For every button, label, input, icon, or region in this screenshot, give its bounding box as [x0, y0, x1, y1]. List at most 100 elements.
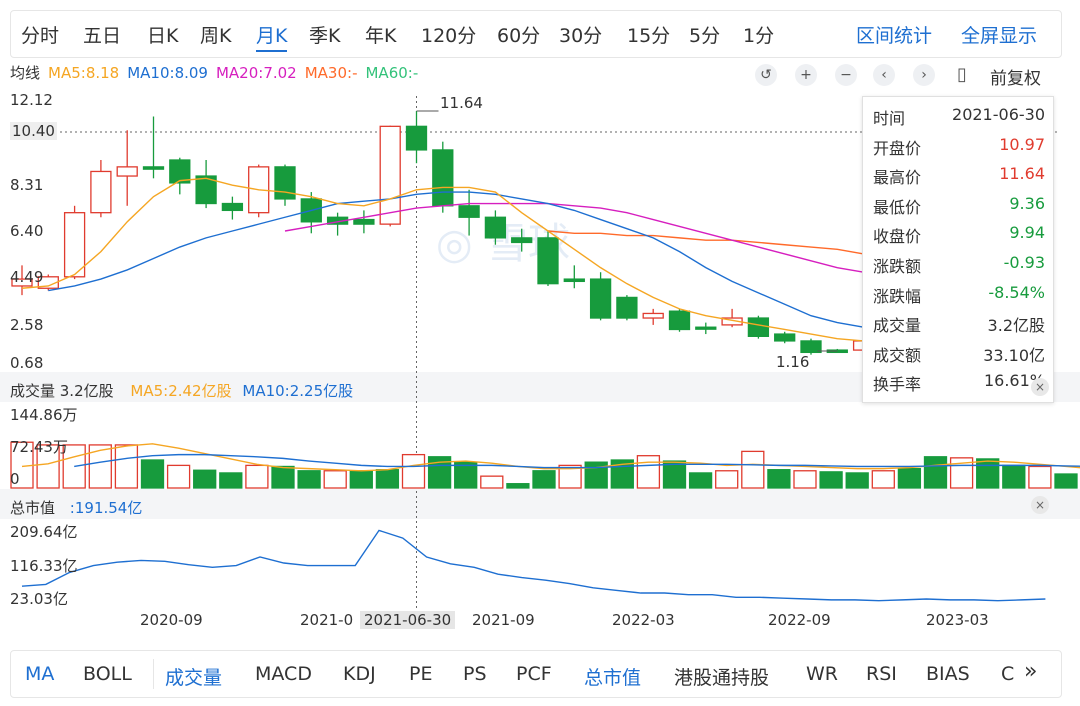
price-tick-label: 0.68	[10, 354, 44, 372]
volume-bar	[793, 470, 817, 489]
volume-bar	[871, 470, 895, 489]
indicator-tab-1[interactable]: BOLL	[83, 663, 132, 685]
low-value-label: 1.16	[776, 353, 810, 371]
date-tick-label: 2021-09	[472, 611, 535, 629]
volume-title: 成交量 3.2亿股	[10, 382, 114, 400]
info-value: 10.97	[999, 134, 1045, 154]
candle-body	[774, 333, 796, 342]
candle-body	[63, 212, 86, 278]
info-row: 成交量 3.2亿股	[873, 312, 1049, 341]
volume-bar	[741, 450, 765, 489]
price-tick-label: 4.49	[10, 268, 44, 286]
volume-bar	[193, 469, 217, 489]
price-tick-label: 12.12	[10, 91, 53, 109]
candle-body	[563, 278, 585, 283]
candle-body	[668, 310, 691, 331]
candle-body	[511, 237, 533, 244]
volume-bar	[1002, 464, 1026, 489]
ma20-line	[284, 202, 864, 273]
indicator-tab-6[interactable]: PS	[463, 663, 487, 685]
candle-body	[747, 317, 770, 337]
volume-bar	[88, 444, 112, 489]
volume-bar	[375, 469, 400, 489]
date-tick-label: 2020-09	[140, 611, 203, 629]
indicator-tab-10[interactable]: WR	[806, 663, 838, 685]
volume-bar	[1054, 473, 1078, 489]
market-cap-title: 总市值	[10, 499, 56, 517]
info-value: -0.93	[1003, 253, 1045, 272]
volume-tick-label: 144.86万	[10, 406, 78, 424]
close-icon[interactable]: ×	[1031, 496, 1049, 514]
volume-ma10-label: MA10:2.25亿股	[242, 382, 354, 400]
date-tick-label: 2021-0	[300, 611, 354, 629]
indicator-tab-0[interactable]: MA	[25, 663, 54, 685]
indicator-tab-5[interactable]: PE	[409, 663, 432, 685]
candle-body	[90, 170, 112, 214]
indicator-tab-12[interactable]: BIAS	[926, 663, 970, 685]
info-row: 换手率 16.61%	[873, 371, 1049, 400]
market-cap-header-band	[0, 489, 1080, 519]
ohlc-info-box: 时间 2021-06-30 开盘价 10.97 最高价 11.64 最低价 9.36 收盘价 9.…	[862, 96, 1054, 403]
more-icon[interactable]: »	[1024, 659, 1037, 684]
price-tick-label: 10.40	[10, 122, 57, 140]
candle-body	[274, 166, 296, 200]
volume-bar	[819, 471, 843, 489]
info-row: 涨跌额 -0.93	[873, 253, 1049, 282]
price-tick-label: 8.31	[10, 176, 44, 194]
volume-bar	[532, 470, 556, 489]
info-row: 最低价 9.36	[873, 194, 1049, 223]
info-row: 收盘价 9.94	[873, 223, 1049, 252]
date-tick-label: 2023-03	[926, 611, 989, 629]
volume-bar	[349, 470, 373, 489]
info-key: 开盘价	[873, 138, 922, 158]
divider	[153, 659, 154, 689]
info-key: 收盘价	[873, 227, 922, 247]
indicator-tab-13[interactable]: C	[1001, 663, 1014, 685]
indicator-tab-3[interactable]: MACD	[255, 663, 312, 685]
info-key: 时间	[873, 109, 906, 128]
volume-bar	[715, 470, 739, 489]
volume-bar	[1028, 465, 1052, 489]
volume-bar	[297, 470, 321, 489]
volume-tick-label: 0	[10, 470, 20, 488]
close-icon[interactable]: ×	[1031, 378, 1049, 396]
price-tick-label: 2.58	[10, 316, 44, 334]
info-key: 换手率	[873, 375, 922, 395]
indicator-tab-4[interactable]: KDJ	[343, 663, 376, 685]
info-value: -8.54%	[988, 282, 1045, 302]
candle-body	[537, 237, 559, 285]
volume-bar	[767, 469, 791, 489]
market-cap-tick-label: 209.64亿	[10, 523, 78, 541]
volume-bar	[166, 464, 191, 489]
candle-body	[116, 166, 138, 177]
volume-bar	[845, 472, 869, 489]
candle-body	[458, 205, 480, 218]
volume-bar	[976, 458, 1000, 489]
volume-bar	[245, 464, 269, 489]
info-key: 最高价	[873, 168, 922, 188]
info-value: 33.10亿	[983, 345, 1045, 365]
candle-body	[642, 312, 664, 319]
indicator-tab-7[interactable]: PCF	[516, 663, 552, 685]
info-value: 11.64	[999, 164, 1045, 184]
indicator-tab-2[interactable]: 成交量	[165, 663, 222, 690]
info-row: 成交额 33.10亿	[873, 342, 1049, 371]
info-key: 涨跌额	[873, 257, 922, 276]
info-value: 3.2亿股	[987, 316, 1045, 336]
volume-bar	[897, 467, 922, 489]
indicator-tab-9[interactable]: 港股通持股	[674, 663, 769, 690]
volume-tick-label: 72.43万	[10, 438, 68, 456]
info-key: 涨跌幅	[873, 286, 922, 306]
candle-body	[484, 216, 507, 239]
volume-bar	[219, 472, 243, 489]
candle-body	[589, 278, 612, 319]
candle-body	[379, 125, 401, 225]
indicator-tab-11[interactable]: RSI	[866, 663, 897, 685]
volume-bar	[923, 456, 948, 489]
indicator-tab-8[interactable]: 总市值	[584, 663, 641, 690]
candle-body	[353, 218, 375, 225]
ma30-line	[547, 230, 864, 255]
volume-panel-header: 成交量 3.2亿股 MA5:2.42亿股 MA10:2.25亿股	[10, 380, 353, 401]
info-value: 9.94	[1009, 223, 1045, 243]
market-cap-tick-label: 23.03亿	[10, 590, 68, 608]
